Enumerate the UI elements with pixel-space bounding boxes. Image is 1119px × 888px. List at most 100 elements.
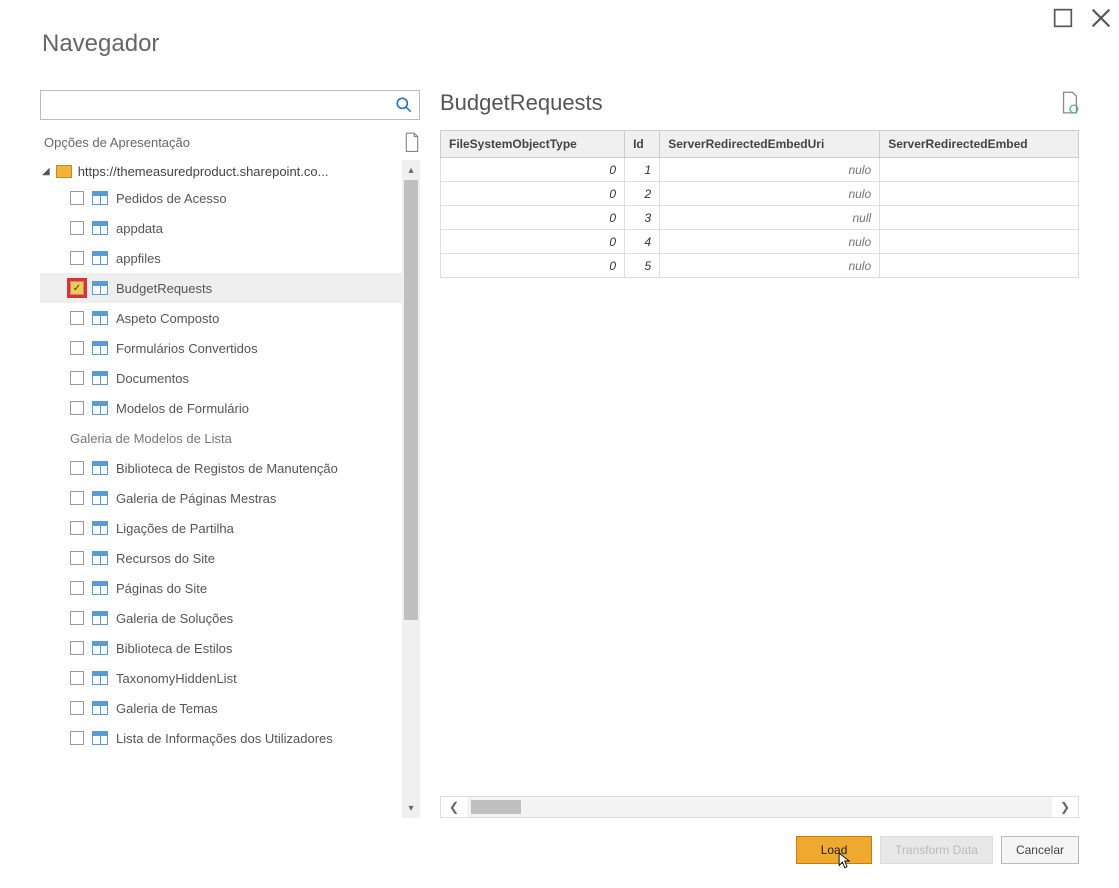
- tree-item-label: Galeria de Páginas Mestras: [116, 491, 398, 506]
- tree-item[interactable]: Biblioteca de Registos de Manutenção: [40, 453, 402, 483]
- tree-item-label: Galeria de Soluções: [116, 611, 398, 626]
- tree-item-label: Biblioteca de Estilos: [116, 641, 398, 656]
- tree-item[interactable]: Galeria de Páginas Mestras: [40, 483, 402, 513]
- tree-item-checkbox[interactable]: [70, 731, 84, 745]
- table-row[interactable]: 02nulo: [441, 182, 1079, 206]
- tree-item-checkbox[interactable]: [70, 701, 84, 715]
- search-input[interactable]: [47, 98, 395, 113]
- table-row[interactable]: 05nulo: [441, 254, 1079, 278]
- tree-item-checkbox[interactable]: [70, 641, 84, 655]
- preview-pane: BudgetRequests FileSystemObjectTypeIdSer…: [440, 90, 1079, 818]
- tree-item[interactable]: Aspeto Composto: [40, 303, 402, 333]
- column-header[interactable]: ServerRedirectedEmbed: [880, 131, 1079, 158]
- tree-item[interactable]: ✓BudgetRequests: [40, 273, 402, 303]
- table-icon: [92, 551, 108, 565]
- tree-item[interactable]: TaxonomyHiddenList: [40, 663, 402, 693]
- tree-item[interactable]: Galeria de Temas: [40, 693, 402, 723]
- tree-item-checkbox[interactable]: [70, 341, 84, 355]
- hscroll-thumb[interactable]: [471, 800, 521, 814]
- display-options-label[interactable]: Opções de Apresentação: [44, 135, 190, 150]
- column-header[interactable]: ServerRedirectedEmbedUri: [660, 131, 880, 158]
- table-icon: [92, 371, 108, 385]
- scroll-track[interactable]: [402, 180, 420, 798]
- tree-item-label: appfiles: [116, 251, 398, 266]
- scroll-down-icon[interactable]: ▾: [402, 798, 420, 818]
- table-icon: [92, 191, 108, 205]
- tree-item-checkbox[interactable]: [70, 191, 84, 205]
- tree-root[interactable]: ◢ https://themeasuredproduct.sharepoint.…: [40, 160, 402, 183]
- table-icon: [92, 641, 108, 655]
- tree-item-label: Documentos: [116, 371, 398, 386]
- scroll-thumb[interactable]: [404, 180, 418, 620]
- column-header[interactable]: Id: [625, 131, 660, 158]
- search-box[interactable]: [40, 90, 420, 120]
- cell: 1: [625, 158, 660, 182]
- scroll-up-icon[interactable]: ▴: [402, 160, 420, 180]
- scroll-right-icon[interactable]: ❯: [1052, 800, 1078, 814]
- table-row[interactable]: 04nulo: [441, 230, 1079, 254]
- cell: 5: [625, 254, 660, 278]
- cell: 2: [625, 182, 660, 206]
- tree-item[interactable]: Galeria de Modelos de Lista: [40, 423, 402, 453]
- tree-item[interactable]: Modelos de Formulário: [40, 393, 402, 423]
- tree-item[interactable]: appfiles: [40, 243, 402, 273]
- tree-root-label: https://themeasuredproduct.sharepoint.co…: [78, 164, 400, 179]
- table-row[interactable]: 03null: [441, 206, 1079, 230]
- cell: [880, 254, 1079, 278]
- maximize-button[interactable]: [1053, 8, 1073, 28]
- table-row[interactable]: 01nulo: [441, 158, 1079, 182]
- scroll-left-icon[interactable]: ❮: [441, 800, 467, 814]
- tree-item[interactable]: Lista de Informações dos Utilizadores: [40, 723, 402, 753]
- table-icon: [92, 521, 108, 535]
- preview-table: FileSystemObjectTypeIdServerRedirectedEm…: [440, 130, 1079, 278]
- tree-item-checkbox[interactable]: ✓: [70, 281, 84, 295]
- cell: 0: [441, 206, 625, 230]
- tree-item-checkbox[interactable]: [70, 221, 84, 235]
- collapse-icon[interactable]: ◢: [42, 166, 50, 177]
- search-icon[interactable]: [395, 96, 413, 114]
- tree-item-label: Galeria de Modelos de Lista: [70, 431, 398, 446]
- table-icon: [92, 461, 108, 475]
- tree-item-checkbox[interactable]: [70, 371, 84, 385]
- vertical-scrollbar[interactable]: ▴ ▾: [402, 160, 420, 818]
- tree-item[interactable]: Documentos: [40, 363, 402, 393]
- navigator-pane: Opções de Apresentação ◢ https://themeas…: [40, 90, 420, 818]
- tree-item-checkbox[interactable]: [70, 581, 84, 595]
- tree-item[interactable]: Formulários Convertidos: [40, 333, 402, 363]
- table-icon: [92, 341, 108, 355]
- display-options-icon[interactable]: [404, 132, 420, 152]
- tree-item[interactable]: Galeria de Soluções: [40, 603, 402, 633]
- table-icon: [92, 701, 108, 715]
- tree-item[interactable]: appdata: [40, 213, 402, 243]
- close-button[interactable]: [1091, 8, 1111, 28]
- tree-item[interactable]: Pedidos de Acesso: [40, 183, 402, 213]
- refresh-preview-icon[interactable]: [1061, 93, 1079, 113]
- horizontal-scrollbar[interactable]: ❮ ❯: [440, 796, 1079, 818]
- tree-item-label: Modelos de Formulário: [116, 401, 398, 416]
- hscroll-track[interactable]: [467, 797, 1052, 817]
- cancel-button[interactable]: Cancelar: [1001, 836, 1079, 864]
- tree-item-checkbox[interactable]: [70, 401, 84, 415]
- tree-item-checkbox[interactable]: [70, 461, 84, 475]
- tree-item[interactable]: Recursos do Site: [40, 543, 402, 573]
- tree-item[interactable]: Ligações de Partilha: [40, 513, 402, 543]
- tree-item[interactable]: Páginas do Site: [40, 573, 402, 603]
- cell: nulo: [660, 254, 880, 278]
- tree-item-checkbox[interactable]: [70, 491, 84, 505]
- cell: [880, 158, 1079, 182]
- tree-item-checkbox[interactable]: [70, 521, 84, 535]
- cell: 0: [441, 158, 625, 182]
- tree-item-checkbox[interactable]: [70, 311, 84, 325]
- tree-item-checkbox[interactable]: [70, 671, 84, 685]
- tree-item-checkbox[interactable]: [70, 611, 84, 625]
- cell: [880, 182, 1079, 206]
- cell: [880, 230, 1079, 254]
- tree-item-label: Galeria de Temas: [116, 701, 398, 716]
- column-header[interactable]: FileSystemObjectType: [441, 131, 625, 158]
- load-button[interactable]: Load: [796, 836, 872, 864]
- table-icon: [92, 611, 108, 625]
- tree-item-checkbox[interactable]: [70, 551, 84, 565]
- tree-item-checkbox[interactable]: [70, 251, 84, 265]
- tree-item[interactable]: Biblioteca de Estilos: [40, 633, 402, 663]
- tree-item-label: Recursos do Site: [116, 551, 398, 566]
